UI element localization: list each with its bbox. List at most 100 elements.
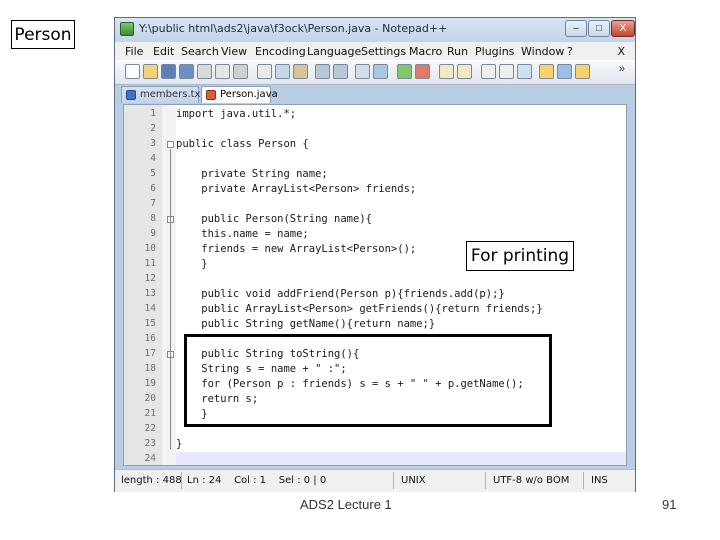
menu-close-icon[interactable]: X [617,45,625,58]
red-file-icon [206,90,216,100]
code-text: public class Person { [176,138,309,150]
code-line[interactable]: 14 public ArrayList<Person> getFriends()… [145,302,626,317]
line-number: 8 [150,213,156,224]
menu-plugins[interactable]: Plugins [475,45,514,58]
line-number: 5 [150,168,156,179]
line-number: 1 [150,108,156,119]
save-icon[interactable] [161,64,176,79]
menu-view[interactable]: View [221,45,247,58]
menu-help[interactable]: ? [567,45,573,58]
page-number: 91 [662,497,677,512]
code-text: public ArrayList<Person> getFriends(){re… [176,303,543,315]
status-eol: UNIX [401,475,426,486]
code-line[interactable]: 13 public void addFriend(Person p){frien… [145,287,626,302]
paste-icon[interactable] [293,64,308,79]
code-text: this.name = name; [176,228,309,240]
copy-icon[interactable] [275,64,290,79]
line-number: 10 [144,243,156,254]
zoom-in-icon[interactable] [397,64,412,79]
tab-label: members.txt [140,89,205,100]
cut-icon[interactable] [257,64,272,79]
print-icon[interactable] [233,64,248,79]
code-line[interactable]: 3 public class Person { [150,137,626,152]
save-all-icon[interactable] [179,64,194,79]
line-number: 19 [144,378,156,389]
menu-window[interactable]: Window [521,45,564,58]
status-position: Ln : 24 Col : 1 Sel : 0 | 0 [187,475,327,486]
macro-record-icon[interactable] [539,64,554,79]
line-number: 24 [144,453,156,464]
code-text: friends = new ArrayList<Person>(); [176,243,417,255]
line-number: 11 [144,258,156,269]
menu-settings[interactable]: Settings [361,45,406,58]
word-wrap-icon[interactable] [481,64,496,79]
code-text: import java.util.*; [176,108,297,120]
code-line[interactable]: 6 private ArrayList<Person> friends; [150,182,626,197]
line-number: 6 [150,183,156,194]
menu-language[interactable]: Language [307,45,361,58]
status-encoding: UTF-8 w/o BOM [493,475,570,486]
code-line[interactable]: 7 [150,197,626,212]
new-file-icon[interactable] [125,64,140,79]
code-text: } [176,438,183,450]
fold-margin[interactable] [162,105,176,465]
menu-bar: File Edit Search View Encoding Language … [115,42,635,60]
window-title: Y:\public html\ads2\java\f3ock\Person.ja… [139,22,448,35]
menu-macro[interactable]: Macro [409,45,442,58]
close-all-icon[interactable] [215,64,230,79]
code-text: public Person(String name){ [176,213,372,225]
open-file-icon[interactable] [143,64,158,79]
sync-vertical-icon[interactable] [439,64,454,79]
menu-file[interactable]: File [125,45,143,58]
line-number: 4 [150,153,156,164]
line-number: 21 [144,408,156,419]
menu-search[interactable]: Search [181,45,219,58]
undo-icon[interactable] [315,64,330,79]
macro-save-icon[interactable] [575,64,590,79]
code-line[interactable]: 12 [145,272,626,287]
sync-horizontal-icon[interactable] [457,64,472,79]
code-line[interactable]: 5 private String name; [150,167,626,182]
show-all-characters-icon[interactable] [499,64,514,79]
close-file-icon[interactable] [197,64,212,79]
status-separator [181,472,182,489]
code-line[interactable]: 4 [150,152,626,167]
title-bar[interactable]: Y:\public html\ads2\java\f3ock\Person.ja… [115,18,635,42]
status-separator [393,472,394,489]
zoom-out-icon[interactable] [415,64,430,79]
code-line[interactable]: 2 [150,122,626,137]
menu-encoding[interactable]: Encoding [255,45,306,58]
code-line[interactable]: 1 import java.util.*; [150,107,626,122]
code-line[interactable]: 23} [145,437,626,452]
find-icon[interactable] [355,64,370,79]
close-button[interactable]: X [611,20,635,37]
fold-toggle-icon[interactable] [167,141,174,148]
line-number: 23 [144,438,156,449]
code-line[interactable]: 15 public String getName(){return name;} [145,317,626,332]
menu-run[interactable]: Run [447,45,468,58]
menu-edit[interactable]: Edit [153,45,174,58]
redo-icon[interactable] [333,64,348,79]
maximize-button[interactable]: □ [588,20,610,37]
line-number: 20 [144,393,156,404]
tab-bar: members.txt Person.java [121,86,635,104]
tab-label: Person.java [220,89,278,100]
code-line[interactable]: 24 [145,452,626,465]
notepad-plus-plus-icon [120,22,134,36]
code-line[interactable]: 8 public Person(String name){ [150,212,626,227]
footer-lecture-title: ADS2 Lecture 1 [300,497,392,512]
toolbar-overflow-icon[interactable]: » [619,63,625,75]
code-text: } [176,258,208,270]
line-number: 14 [144,303,156,314]
line-number: 9 [150,228,156,239]
code-line[interactable]: 9 this.name = name; [150,227,626,242]
tab-person[interactable]: Person.java [201,86,278,103]
person-label: Person [11,20,75,49]
minimize-button[interactable]: – [565,20,587,37]
tab-members[interactable]: members.txt [121,86,204,103]
replace-icon[interactable] [373,64,388,79]
macro-play-icon[interactable] [557,64,572,79]
printing-label: For printing [466,241,574,271]
code-text: private String name; [176,168,328,180]
indent-guide-icon[interactable] [517,64,532,79]
